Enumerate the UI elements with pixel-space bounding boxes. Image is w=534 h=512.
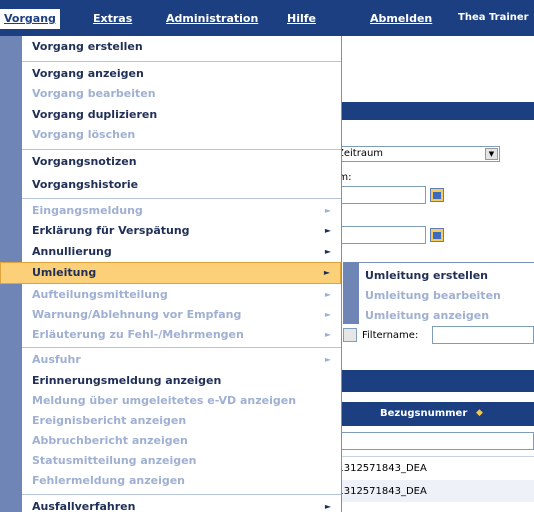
date-from-input[interactable]: 5 [330, 186, 426, 204]
column-header-bezugsnummer[interactable]: Bezugsnummer [380, 408, 467, 419]
menu-item[interactable]: Annullierung ► [22, 241, 341, 263]
user-name: Thea Trainer [458, 12, 529, 23]
menu-item-label: Annullierung [32, 245, 112, 258]
period-select-value: Zeitraum [337, 148, 384, 159]
submenu-arrow-icon: ► [324, 502, 331, 511]
menu-item[interactable]: Eingangsmeldung ► [22, 200, 341, 222]
submenu-arrow-icon: ► [324, 206, 331, 215]
menu-item-label: Vorgang anzeigen [32, 67, 144, 80]
menu-item-label: Warnung/Ablehnung vor Empfang [32, 308, 242, 321]
menu-item-label: Fehlermeldung anzeigen [32, 474, 186, 487]
menu-item[interactable]: Vorgang bearbeiten [22, 83, 341, 105]
date-to-input[interactable]: 7 [330, 226, 426, 244]
menu-item[interactable]: Erinnerungsmeldung anzeigen [22, 370, 341, 392]
menu-extras[interactable]: Extras [93, 12, 132, 25]
menu-item[interactable]: Ausfuhr ► [22, 349, 341, 371]
menu-separator [22, 494, 341, 495]
menu-item-label: Ausfuhr [32, 353, 81, 366]
menu-hilfe[interactable]: Hilfe [287, 12, 316, 25]
submenu-arrow-icon: ► [324, 355, 331, 364]
submenu-item-umleitung-anzeigen[interactable]: Umleitung anzeigen [365, 309, 489, 322]
menu-item[interactable]: Ereignisbericht anzeigen [22, 410, 341, 432]
menu-item-label: Ereignisbericht anzeigen [32, 414, 187, 427]
menu-item-label: Vorgang bearbeiten [32, 87, 156, 100]
submenu-item-umleitung-erstellen[interactable]: Umleitung erstellen [365, 269, 488, 282]
column-filter-input[interactable] [330, 432, 534, 450]
menu-item-label: Meldung über umgeleitetes e-VD anzeigen [32, 394, 297, 407]
period-select[interactable]: Zeitraum ▼ [330, 146, 500, 162]
menu-item-label: Ausfallverfahren [32, 500, 136, 512]
menu-item[interactable]: Aufteilungsmitteilung ► [22, 284, 341, 306]
menu-item-label: Abbruchbericht anzeigen [32, 434, 188, 447]
menu-item[interactable]: Abbruchbericht anzeigen [22, 430, 341, 452]
table-cell: 21312571843_DEA [331, 486, 427, 497]
sort-icon[interactable]: ◆ [476, 408, 483, 418]
table-header: Bezugsnummer ◆ [330, 402, 534, 426]
menu-item[interactable]: Vorgangsnotizen [22, 151, 341, 173]
menu-separator [22, 149, 341, 150]
menu-item-label: Vorgang erstellen [32, 40, 143, 53]
submenu-arrow-icon: ► [323, 268, 330, 277]
menu-item-label: Erinnerungsmeldung anzeigen [32, 374, 222, 387]
menu-item-label: Vorgangsnotizen [32, 155, 137, 168]
menu-separator [22, 198, 341, 199]
menu-separator [22, 347, 341, 348]
submenu-arrow-icon: ► [324, 226, 331, 235]
menu-item[interactable]: Fehlermeldung anzeigen [22, 470, 341, 492]
menu-item[interactable]: Meldung über umgeleitetes e-VD anzeigen [22, 390, 341, 412]
submenu-item-umleitung-bearbeiten[interactable]: Umleitung bearbeiten [365, 289, 501, 302]
menu-item-label: Statusmitteilung anzeigen [32, 454, 197, 467]
menu-item[interactable]: Vorgang duplizieren [22, 104, 341, 126]
menu-item-label: Vorgang duplizieren [32, 108, 158, 121]
menu-item-label: Vorgang löschen [32, 128, 136, 141]
menu-item[interactable]: Vorgang anzeigen [22, 63, 341, 85]
calendar-icon[interactable] [430, 228, 444, 242]
menu-administration[interactable]: Administration [166, 12, 258, 25]
menu-vorgang[interactable]: Vorgang [0, 9, 60, 29]
row-divider [330, 456, 534, 457]
filter-name-input[interactable] [432, 326, 534, 344]
menu-item[interactable]: Statusmitteilung anzeigen [22, 450, 341, 472]
chevron-down-icon[interactable]: ▼ [485, 148, 498, 160]
umleitung-submenu: Umleitung erstellen Umleitung bearbeiten… [343, 262, 534, 324]
menu-item[interactable]: Erläuterung zu Fehl-/Mehrmengen ► [22, 324, 341, 346]
calendar-icon[interactable] [430, 188, 444, 202]
menu-item-umleitung[interactable]: Umleitung ► [0, 262, 341, 284]
menu-item-label: Erläuterung zu Fehl-/Mehrmengen [32, 328, 244, 341]
filter-button[interactable] [343, 328, 357, 342]
submenu-arrow-icon: ► [324, 290, 331, 299]
submenu-arrow-icon: ► [324, 330, 331, 339]
filter-label: Filtername: [362, 330, 419, 341]
submenu-arrow-icon: ► [324, 310, 331, 319]
menu-item[interactable]: Ausfallverfahren ► [22, 496, 341, 512]
submenu-arrow-icon: ► [324, 247, 331, 256]
submenu-icon-strip [343, 262, 359, 324]
table-cell: 21312571843_DEA [331, 463, 427, 474]
results-header-band [330, 370, 534, 392]
menu-separator [22, 61, 341, 62]
menu-item[interactable]: Warnung/Ablehnung vor Empfang ► [22, 304, 341, 326]
menu-item-label: Vorgangshistorie [32, 178, 139, 191]
menu-item-label: Erklärung für Verspätung [32, 224, 190, 237]
menu-item[interactable]: Vorgang löschen [22, 124, 341, 146]
menu-abmelden[interactable]: Abmelden [370, 12, 432, 25]
menu-item[interactable]: Vorgang erstellen [22, 36, 341, 58]
menu-item[interactable]: Vorgangshistorie [22, 174, 341, 196]
menu-item-label: Aufteilungsmitteilung [32, 288, 168, 301]
section-header-band [330, 102, 534, 120]
menu-item-label: Umleitung [32, 266, 97, 279]
menu-item[interactable]: Erklärung für Verspätung ► [22, 220, 341, 242]
menu-item-label: Eingangsmeldung [32, 204, 143, 217]
top-menu-bar: Vorgang Extras Administration Hilfe Abme… [0, 0, 534, 36]
